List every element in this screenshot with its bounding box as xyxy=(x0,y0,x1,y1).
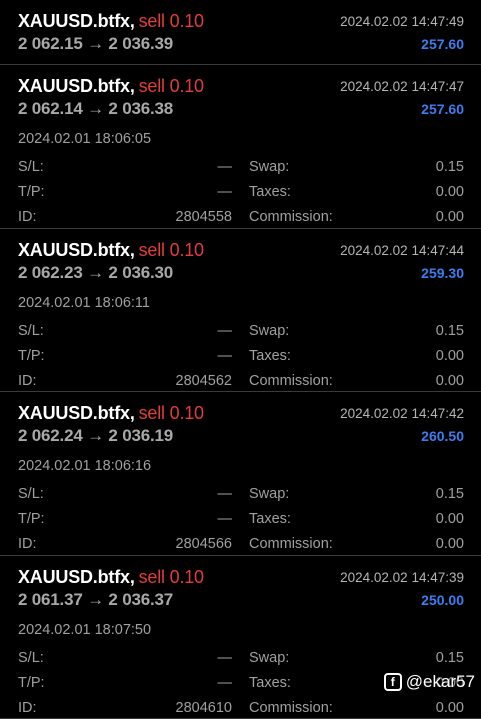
trade-symbol: XAUUSD.btfx xyxy=(18,240,130,260)
trade-item[interactable]: XAUUSD.btfx,sell 0.10 2024.02.02 14:47:4… xyxy=(0,0,481,65)
trade-title: XAUUSD.btfx,sell 0.10 xyxy=(18,76,204,97)
id-label: ID: xyxy=(18,700,37,716)
trade-prices: 2 062.24 → 2 036.19 xyxy=(18,426,173,446)
trade-prices: 2 061.37 → 2 036.37 xyxy=(18,590,173,610)
commission-value: 0.00 xyxy=(436,373,464,389)
taxes-value: 0.00 xyxy=(436,511,464,527)
trade-close-time: 2024.02.02 14:47:39 xyxy=(340,570,464,585)
trade-symbol: XAUUSD.btfx xyxy=(18,567,130,587)
sl-value: — xyxy=(218,650,233,666)
commission-label: Commission: xyxy=(249,536,333,552)
taxes-label: Taxes: xyxy=(249,348,291,364)
tp-value: — xyxy=(218,675,233,691)
trade-profit: 257.60 xyxy=(421,101,464,117)
trade-open-time: 2024.02.01 18:06:11 xyxy=(18,295,150,311)
tp-value: — xyxy=(218,348,233,364)
trade-item[interactable]: XAUUSD.btfx,sell 0.10 2024.02.02 14:47:4… xyxy=(0,392,481,556)
trade-prices: 2 062.14 → 2 036.38 xyxy=(18,99,173,119)
trade-side: sell 0.10 xyxy=(139,403,204,423)
sl-label: S/L: xyxy=(18,323,44,339)
id-value: 2804566 xyxy=(176,536,232,552)
commission-label: Commission: xyxy=(249,700,333,716)
trade-profit: 259.30 xyxy=(421,265,464,281)
trade-side: sell 0.10 xyxy=(139,76,204,96)
sl-value: — xyxy=(218,159,233,175)
trade-open-time: 2024.02.01 18:06:05 xyxy=(18,131,151,147)
swap-label: Swap: xyxy=(249,650,289,666)
swap-label: Swap: xyxy=(249,323,289,339)
trade-title: XAUUSD.btfx,sell 0.10 xyxy=(18,567,204,588)
swap-value: 0.15 xyxy=(436,159,464,175)
trade-symbol: XAUUSD.btfx xyxy=(18,403,130,423)
taxes-label: Taxes: xyxy=(249,511,291,527)
trade-close-time: 2024.02.02 14:47:49 xyxy=(340,14,464,29)
sl-value: — xyxy=(218,486,233,502)
commission-value: 0.00 xyxy=(436,536,464,552)
id-value: 2804558 xyxy=(176,209,232,225)
id-value: 2804562 xyxy=(176,373,232,389)
trade-history-list: XAUUSD.btfx,sell 0.10 2024.02.02 14:47:4… xyxy=(0,0,481,719)
trade-item[interactable]: XAUUSD.btfx,sell 0.10 2024.02.02 14:47:4… xyxy=(0,229,481,393)
trade-profit: 260.50 xyxy=(421,428,464,444)
id-label: ID: xyxy=(18,209,37,225)
facebook-icon: f xyxy=(384,673,402,691)
watermark-text: @ekar57 xyxy=(406,672,475,692)
trade-item[interactable]: XAUUSD.btfx,sell 0.10 2024.02.02 14:47:3… xyxy=(0,556,481,719)
id-label: ID: xyxy=(18,373,37,389)
trade-profit: 250.00 xyxy=(421,592,464,608)
swap-label: Swap: xyxy=(249,159,289,175)
trade-title: XAUUSD.btfx,sell 0.10 xyxy=(18,11,204,32)
tp-label: T/P: xyxy=(18,348,45,364)
tp-value: — xyxy=(218,184,233,200)
trade-open-time: 2024.02.01 18:06:16 xyxy=(18,458,151,474)
trade-close-time: 2024.02.02 14:47:42 xyxy=(340,406,464,421)
id-label: ID: xyxy=(18,536,37,552)
trade-symbol: XAUUSD.btfx xyxy=(18,76,130,96)
commission-label: Commission: xyxy=(249,373,333,389)
trade-open-time: 2024.02.01 18:07:50 xyxy=(18,622,151,638)
watermark: f @ekar57 xyxy=(384,672,475,692)
trade-close-time: 2024.02.02 14:47:44 xyxy=(340,243,464,258)
sl-label: S/L: xyxy=(18,486,44,502)
trade-close-time: 2024.02.02 14:47:47 xyxy=(340,79,464,94)
sl-label: S/L: xyxy=(18,650,44,666)
trade-profit: 257.60 xyxy=(421,36,464,52)
trade-prices: 2 062.15 → 2 036.39 xyxy=(18,34,173,54)
taxes-label: Taxes: xyxy=(249,675,291,691)
trade-side: sell 0.10 xyxy=(139,11,204,31)
swap-value: 0.15 xyxy=(436,323,464,339)
trade-side: sell 0.10 xyxy=(139,240,204,260)
tp-value: — xyxy=(218,511,233,527)
tp-label: T/P: xyxy=(18,511,45,527)
trade-item[interactable]: XAUUSD.btfx,sell 0.10 2024.02.02 14:47:4… xyxy=(0,65,481,229)
swap-value: 0.15 xyxy=(436,650,464,666)
trade-title: XAUUSD.btfx,sell 0.10 xyxy=(18,240,204,261)
trade-title: XAUUSD.btfx,sell 0.10 xyxy=(18,403,204,424)
sl-label: S/L: xyxy=(18,159,44,175)
trade-side: sell 0.10 xyxy=(139,567,204,587)
swap-label: Swap: xyxy=(249,486,289,502)
taxes-value: 0.00 xyxy=(436,348,464,364)
swap-value: 0.15 xyxy=(436,486,464,502)
tp-label: T/P: xyxy=(18,675,45,691)
commission-label: Commission: xyxy=(249,209,333,225)
commission-value: 0.00 xyxy=(436,209,464,225)
trade-symbol: XAUUSD.btfx xyxy=(18,11,130,31)
id-value: 2804610 xyxy=(176,700,232,716)
commission-value: 0.00 xyxy=(436,700,464,716)
taxes-label: Taxes: xyxy=(249,184,291,200)
tp-label: T/P: xyxy=(18,184,45,200)
taxes-value: 0.00 xyxy=(436,184,464,200)
sl-value: — xyxy=(218,323,233,339)
trade-prices: 2 062.23 → 2 036.30 xyxy=(18,263,173,283)
